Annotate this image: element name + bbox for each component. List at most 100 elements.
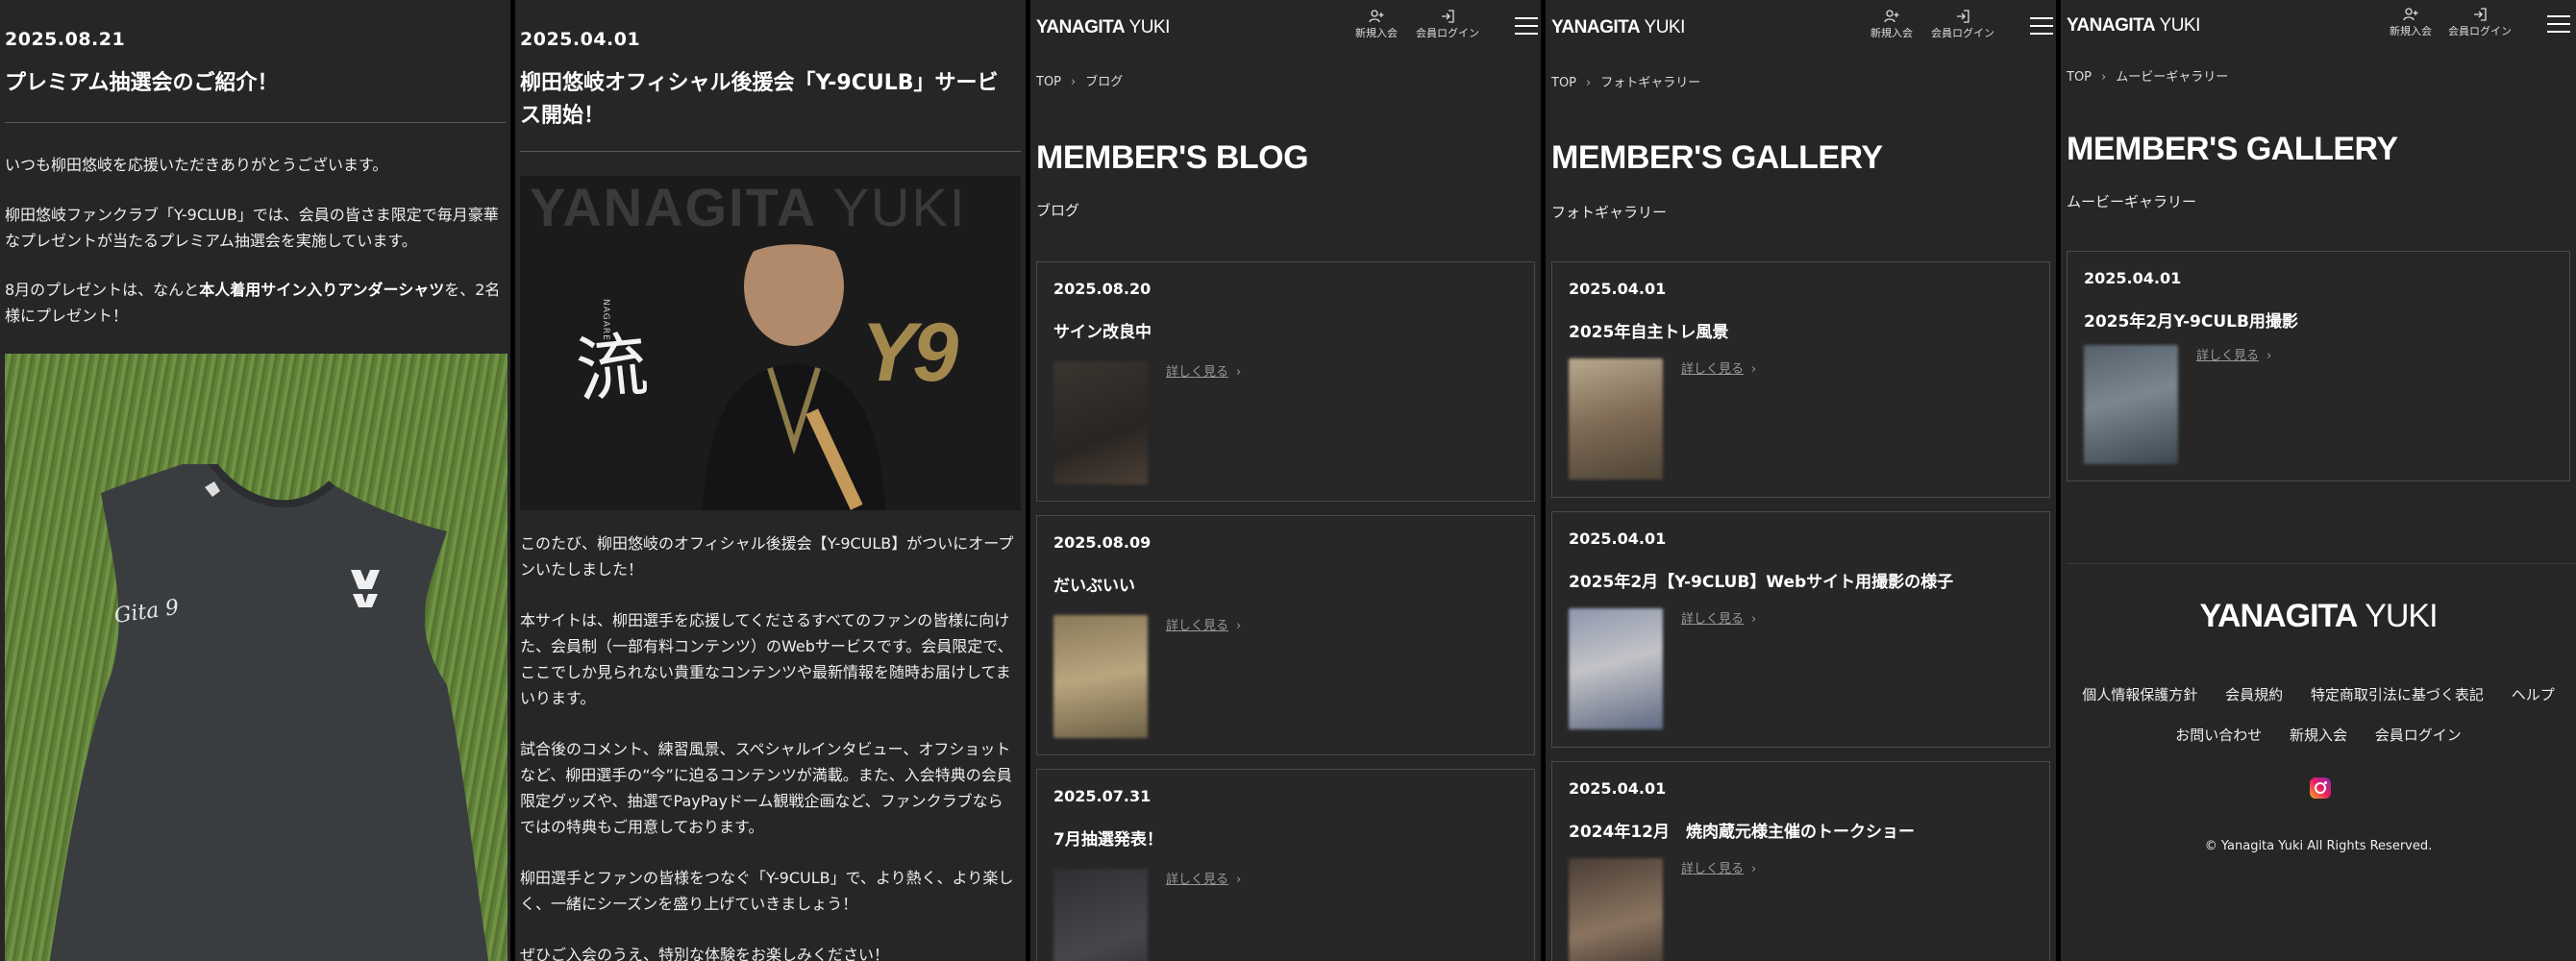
login-icon xyxy=(2474,8,2487,21)
login-icon xyxy=(1442,10,1454,23)
card-date: 2025.08.09 xyxy=(1053,533,1152,552)
signup-button[interactable]: 新規入会 xyxy=(1863,10,1920,40)
screenshot-strip: 2025.08.21 プレミアム抽選会のご紹介！ いつも柳田悠岐を応援いただきあ… xyxy=(0,0,2576,961)
card-date: 2025.04.01 xyxy=(2084,269,2182,287)
blog-card[interactable]: 2025.07.31 7月抽選発表！ 詳しく見る › xyxy=(1036,769,1535,961)
chevron-right-icon: › xyxy=(1236,619,1242,633)
article-paragraph: ぜひご入会のうえ、特別な体験をお楽しみください！ xyxy=(520,946,890,961)
footer-logo[interactable]: YANAGITA YUKI xyxy=(2061,598,2576,635)
card-thumbnail[interactable] xyxy=(1053,361,1148,484)
card-title: 2024年12月 焼肉蔵元様主催のトークショー xyxy=(1569,823,1915,842)
signup-button[interactable]: 新規入会 xyxy=(1348,10,1405,40)
card-thumbnail[interactable] xyxy=(1569,358,1663,480)
footer-link-help[interactable]: ヘルプ xyxy=(2512,686,2555,703)
footer-link-login[interactable]: 会員ログイン xyxy=(2375,727,2462,744)
footer-divider xyxy=(2067,563,2576,564)
movie-gallery-panel: YANAGITA YUKI 新規入会 会員ログイン TOP › ムービーギャラリー … xyxy=(2061,0,2576,961)
hamburger-icon[interactable] xyxy=(2547,15,2570,35)
article-panel-lottery: 2025.08.21 プレミアム抽選会のご紹介！ いつも柳田悠岐を応援いただきあ… xyxy=(0,0,510,961)
card-thumbnail[interactable] xyxy=(1569,858,1663,961)
instagram-icon[interactable] xyxy=(2310,777,2331,799)
hamburger-icon[interactable] xyxy=(2030,17,2053,37)
gallery-card[interactable]: 2025.04.01 2024年12月 焼肉蔵元様主催のトークショー 詳しく見る… xyxy=(1551,761,2050,961)
card-thumbnail[interactable] xyxy=(1569,608,1663,729)
site-logo[interactable]: YANAGITA YUKI xyxy=(1551,17,1685,38)
article-paragraph: 柳田悠岐ファンクラブ「Y-9CLUB」では、会員の皆さま限定で毎月豪華なプレゼン… xyxy=(5,206,499,250)
page-title: MEMBER'S BLOG xyxy=(1036,139,1309,176)
article-paragraph: 柳田選手とファンの皆様をつなぐ「Y-9CULB」で、より熱く、より楽しく、一緒に… xyxy=(520,869,1014,913)
card-title: 2025年2月【Y-9CLUB】Webサイト用撮影の様子 xyxy=(1569,573,1954,592)
copyright: © Yanagita Yuki All Rights Reserved. xyxy=(2204,839,2433,853)
page-subtitle: ムービーギャラリー xyxy=(2067,193,2197,210)
read-more-link[interactable]: 詳しく見る › xyxy=(2196,345,2271,363)
article-paragraph: このたび、柳田悠岐のオフィシャル後援会【Y-9CULB】がついにオープンいたしま… xyxy=(520,534,1014,579)
card-date: 2025.04.01 xyxy=(1569,280,1667,298)
article-date: 2025.04.01 xyxy=(520,29,641,50)
page-subtitle: フォトギャラリー xyxy=(1551,204,1668,221)
footer-link-commerce-law[interactable]: 特定商取引法に基づく表記 xyxy=(2311,686,2484,703)
hamburger-icon[interactable] xyxy=(1515,17,1538,37)
article-paragraph: 本サイトは、柳田選手を応援してくださるすべてのファンの皆様に向けた、会員制（一部… xyxy=(520,611,1013,707)
login-button[interactable]: 会員ログイン xyxy=(1928,10,1997,40)
card-thumbnail[interactable] xyxy=(1053,615,1148,738)
chevron-right-icon: › xyxy=(1586,76,1592,90)
chevron-right-icon: › xyxy=(1751,862,1757,876)
user-plus-icon xyxy=(1369,10,1384,23)
shirt-photo: Gita 9 xyxy=(5,354,508,961)
breadcrumb: TOP › ムービーギャラリー xyxy=(2067,66,2228,85)
article-panel-launch: 2025.04.01 柳田悠岐オフィシャル後援会「Y-9CULB」サービス開始！… xyxy=(515,0,1026,961)
breadcrumb-current: ブログ xyxy=(1085,75,1124,89)
breadcrumb: TOP › フォトギャラリー xyxy=(1551,72,1700,90)
footer-link-terms[interactable]: 会員規約 xyxy=(2225,686,2283,703)
read-more-link[interactable]: 詳しく見る › xyxy=(1166,869,1241,887)
card-title: サイン改良中 xyxy=(1053,323,1152,342)
article-paragraph: 8月のプレゼントは、なんと本人着用サイン入りアンダーシャツを、2名様にプレゼント… xyxy=(5,281,501,325)
chevron-right-icon: › xyxy=(2266,349,2272,363)
signup-button[interactable]: 新規入会 xyxy=(2382,8,2440,38)
read-more-link[interactable]: 詳しく見る › xyxy=(1681,608,1756,627)
card-title: 2025年自主トレ風景 xyxy=(1569,323,1729,342)
gallery-card[interactable]: 2025.04.01 2025年自主トレ風景 詳しく見る › xyxy=(1551,261,2050,498)
photo-gallery-panel: YANAGITA YUKI 新規入会 会員ログイン TOP › フォトギャラリー M… xyxy=(1546,0,2056,961)
user-plus-icon xyxy=(1884,10,1899,23)
hero-photo: YANAGITA YUKI 流 NAGARE Y9 xyxy=(520,176,1021,510)
blog-list-panel: YANAGITA YUKI 新規入会 会員ログイン TOP › ブログ MEMBER… xyxy=(1030,0,1541,961)
card-thumbnail[interactable] xyxy=(1053,869,1148,961)
footer-links-row: 個人情報保護方針 会員規約 特定商取引法に基づく表記 ヘルプ xyxy=(2061,684,2576,704)
site-logo[interactable]: YANAGITA YUKI xyxy=(1036,17,1170,38)
chevron-right-icon: › xyxy=(1751,362,1757,377)
read-more-link[interactable]: 詳しく見る › xyxy=(1681,358,1756,377)
breadcrumb-top-link[interactable]: TOP xyxy=(2067,70,2092,85)
y9-emblem: Y9 xyxy=(861,307,958,399)
login-button[interactable]: 会員ログイン xyxy=(2445,8,2514,38)
login-icon xyxy=(1957,10,1969,23)
footer-link-privacy[interactable]: 個人情報保護方針 xyxy=(2082,686,2197,703)
breadcrumb: TOP › ブログ xyxy=(1036,71,1123,89)
gallery-card[interactable]: 2025.04.01 2025年2月【Y-9CLUB】Webサイト用撮影の様子 … xyxy=(1551,511,2050,748)
site-logo[interactable]: YANAGITA YUKI xyxy=(2067,15,2200,37)
chevron-right-icon: › xyxy=(1236,365,1242,380)
card-date: 2025.04.01 xyxy=(1569,779,1667,798)
breadcrumb-top-link[interactable]: TOP xyxy=(1551,76,1576,90)
blog-card[interactable]: 2025.08.20 サイン改良中 詳しく見る › xyxy=(1036,261,1535,502)
read-more-link[interactable]: 詳しく見る › xyxy=(1166,361,1241,380)
card-date: 2025.08.20 xyxy=(1053,280,1152,298)
chevron-right-icon: › xyxy=(1751,612,1757,627)
login-button[interactable]: 会員ログイン xyxy=(1413,10,1482,40)
read-more-link[interactable]: 詳しく見る › xyxy=(1166,615,1241,633)
chevron-right-icon: › xyxy=(2101,70,2107,85)
movie-card[interactable]: 2025.04.01 2025年2月Y-9CULB用撮影 詳しく見る › xyxy=(2067,251,2570,481)
footer-link-signup[interactable]: 新規入会 xyxy=(2290,727,2347,744)
breadcrumb-top-link[interactable]: TOP xyxy=(1036,75,1061,89)
user-plus-icon xyxy=(2403,8,2418,21)
blog-card[interactable]: 2025.08.09 だいぶいい 詳しく見る › xyxy=(1036,515,1535,755)
page-title: MEMBER'S GALLERY xyxy=(2067,131,2398,167)
hero-kanji: 流 xyxy=(572,323,652,413)
footer-link-contact[interactable]: お問い合わせ xyxy=(2175,727,2262,744)
card-title: 7月抽選発表！ xyxy=(1053,830,1163,850)
read-more-link[interactable]: 詳しく見る › xyxy=(1681,858,1756,876)
article-paragraph: 試合後のコメント、練習風景、スペシャルインタビュー、オフショットなど、柳田選手の… xyxy=(520,740,1012,836)
title-divider xyxy=(5,122,506,123)
card-thumbnail[interactable] xyxy=(2084,345,2178,464)
title-divider xyxy=(520,151,1021,152)
